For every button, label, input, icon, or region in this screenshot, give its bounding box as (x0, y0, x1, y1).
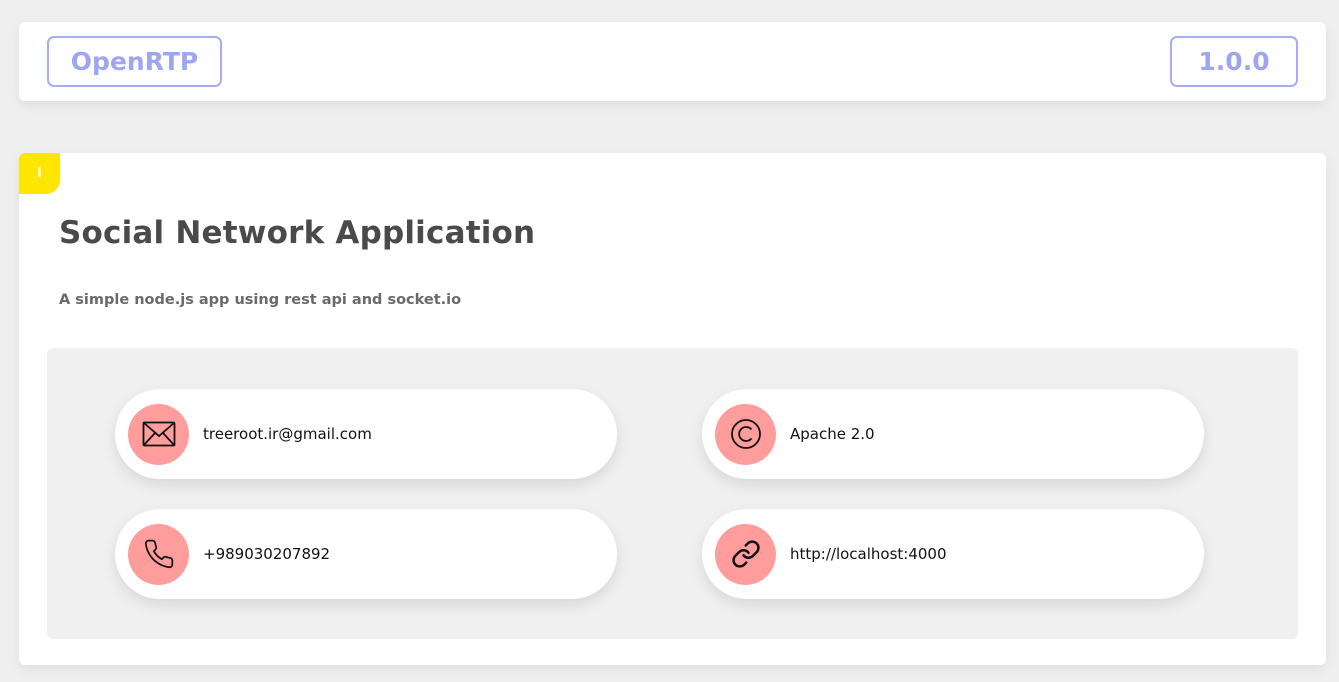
top-bar: OpenRTP 1.0.0 (19, 22, 1326, 101)
page-title: Social Network Application (59, 215, 536, 251)
phone-icon (128, 523, 189, 585)
info-icon: i (19, 153, 60, 194)
phone-contact[interactable]: +989030207892 (115, 509, 617, 599)
app-description: A simple node.js app using rest api and … (59, 292, 462, 308)
link-icon (715, 523, 776, 585)
url-value: http://localhost:4000 (790, 545, 947, 563)
info-card: i Social Network Application A simple no… (19, 153, 1326, 665)
contact-panel: treeroot.ir@gmail.com Apache 2.0 +989030… (47, 348, 1298, 639)
phone-value: +989030207892 (203, 545, 331, 563)
envelope-icon (128, 403, 189, 465)
copyright-icon (715, 403, 776, 465)
url-contact[interactable]: http://localhost:4000 (702, 509, 1204, 599)
app-name-button[interactable]: OpenRTP (47, 36, 222, 87)
license-contact[interactable]: Apache 2.0 (702, 389, 1204, 479)
email-value: treeroot.ir@gmail.com (203, 425, 372, 443)
version-button[interactable]: 1.0.0 (1170, 36, 1298, 87)
license-value: Apache 2.0 (790, 425, 875, 443)
email-contact[interactable]: treeroot.ir@gmail.com (115, 389, 617, 479)
